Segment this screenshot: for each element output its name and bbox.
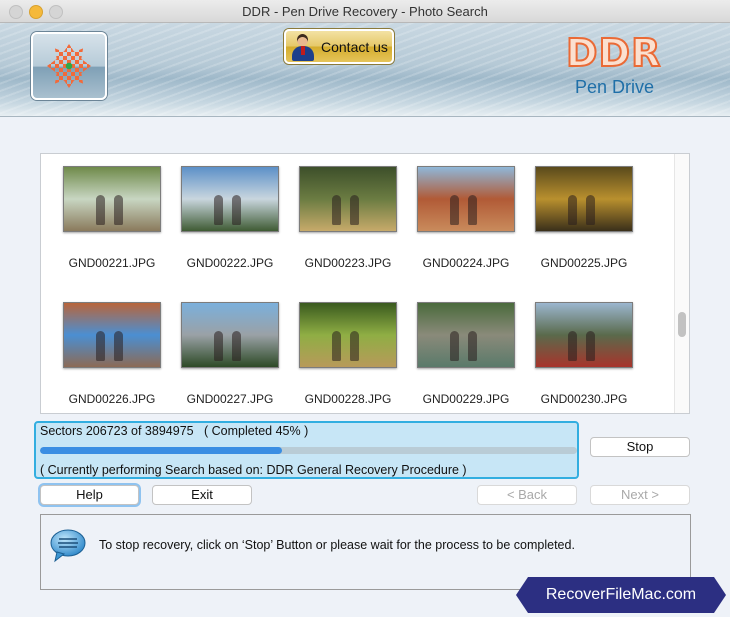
photo-preview [181, 166, 279, 232]
photo-preview [299, 166, 397, 232]
photo-filename: GND00223.JPG [304, 256, 392, 270]
app-logo-button[interactable] [31, 32, 107, 100]
photo-preview [417, 166, 515, 232]
app-logo-icon [47, 44, 91, 88]
photo-thumbnail[interactable]: GND00226.JPG [53, 302, 171, 406]
contact-us-label: Contact us [321, 38, 388, 55]
watermark-badge: RecoverFileMac.com [516, 577, 726, 613]
photo-filename: GND00228.JPG [304, 392, 392, 406]
window-title: DDR - Pen Drive Recovery - Photo Search [242, 4, 488, 19]
vertical-scrollbar[interactable] [674, 154, 689, 413]
photo-thumbnail[interactable]: GND00225.JPG [525, 166, 643, 270]
scrollbar-thumb[interactable] [678, 312, 686, 337]
photo-filename: GND00226.JPG [68, 392, 156, 406]
photo-filename: GND00221.JPG [68, 256, 156, 270]
photo-filename: GND00222.JPG [186, 256, 274, 270]
photo-preview [63, 166, 161, 232]
app-window: DDR - Pen Drive Recovery - Photo Search … [0, 0, 730, 617]
photo-preview [181, 302, 279, 368]
photo-thumbnail[interactable]: GND00221.JPG [53, 166, 171, 270]
progress-panel: Sectors 206723 of 3894975 ( Completed 45… [34, 421, 579, 479]
photo-thumbnail[interactable]: GND00230.JPG [525, 302, 643, 406]
photo-preview [417, 302, 515, 368]
brand-logo: DDR [565, 30, 662, 76]
photo-thumbnail[interactable]: GND00223.JPG [289, 166, 407, 270]
contact-us-button[interactable]: Contact us [284, 29, 394, 64]
photo-filename: GND00230.JPG [540, 392, 628, 406]
photo-filename: GND00224.JPG [422, 256, 510, 270]
photo-preview [535, 166, 633, 232]
photo-filename: GND00229.JPG [422, 392, 510, 406]
exit-button[interactable]: Exit [152, 485, 252, 505]
progress-bar-fill [40, 447, 282, 454]
photo-thumbnail[interactable]: GND00227.JPG [171, 302, 289, 406]
photo-preview [63, 302, 161, 368]
photo-preview [299, 302, 397, 368]
watermark-text: RecoverFileMac.com [545, 586, 697, 603]
info-message: To stop recovery, click on ‘Stop’ Button… [99, 538, 575, 552]
photo-preview [535, 302, 633, 368]
photo-thumbnail[interactable]: GND00229.JPG [407, 302, 525, 406]
header-banner: Contact us DDR Pen Drive [0, 23, 730, 117]
photo-thumbnail[interactable]: GND00222.JPG [171, 166, 289, 270]
brand-subtitle: Pen Drive [575, 77, 655, 97]
procedure-status: ( Currently performing Search based on: … [40, 463, 467, 477]
back-button[interactable]: < Back [477, 485, 577, 505]
photo-thumbnail[interactable]: GND00224.JPG [407, 166, 525, 270]
stop-button[interactable]: Stop [590, 437, 690, 457]
title-bar: DDR - Pen Drive Recovery - Photo Search [0, 0, 730, 23]
progress-bar [40, 447, 577, 454]
photo-filename: GND00225.JPG [540, 256, 628, 270]
photo-thumbnail[interactable]: GND00228.JPG [289, 302, 407, 406]
photo-gallery: GND00221.JPG GND00222.JPG GND00223.JPG GND0… [40, 153, 690, 414]
person-icon [292, 33, 314, 61]
help-button[interactable]: Help [40, 485, 139, 505]
next-button[interactable]: Next > [590, 485, 690, 505]
sectors-status: Sectors 206723 of 3894975 ( Completed 45… [40, 424, 309, 438]
speech-bubble-icon [50, 529, 86, 563]
photo-filename: GND00227.JPG [186, 392, 274, 406]
